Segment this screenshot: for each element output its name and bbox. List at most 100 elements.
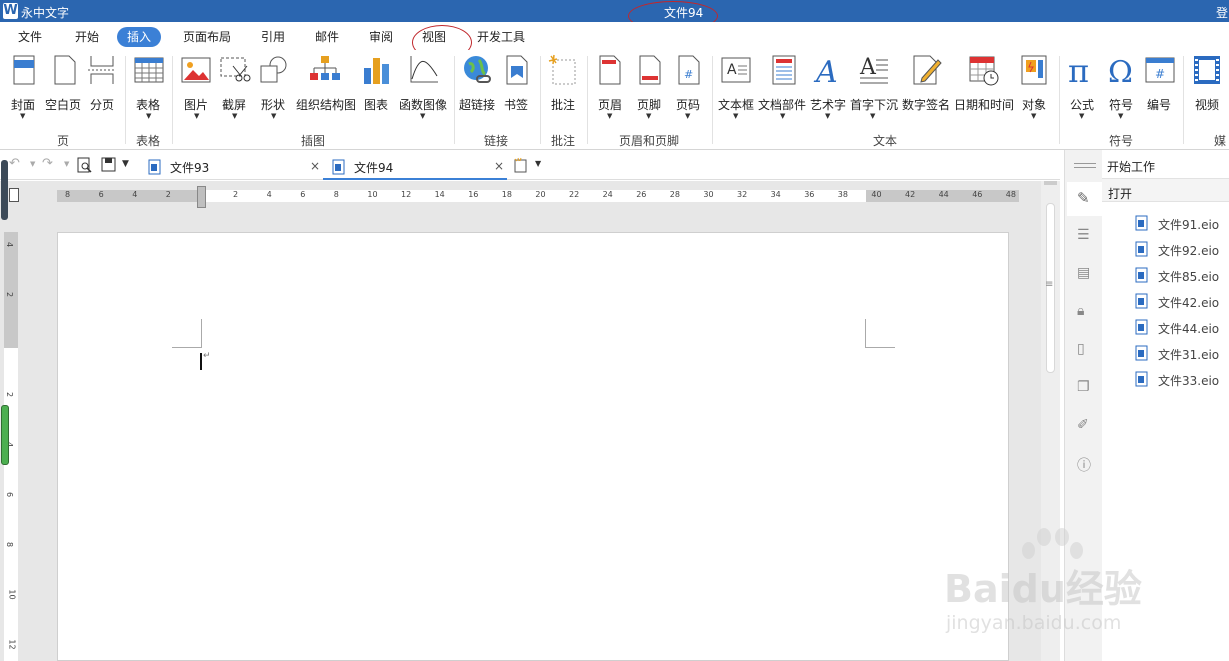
styles-icon[interactable]: ▤ [1077,265,1090,281]
redo-dropdown-icon[interactable]: ▼ [64,160,69,168]
ruler-tick-label: 28 [669,190,680,199]
ruler-tick-label: 4 [132,190,138,199]
document-icon [148,159,161,175]
new-document-icon[interactable] [513,157,529,173]
ruler-corner-icon[interactable] [9,188,19,202]
tab-document-94[interactable]: 文件94 × [323,153,507,180]
edit-icon[interactable]: ✐ [1077,417,1089,433]
menu-file[interactable]: 文件 [16,27,44,47]
settings-sliders-icon[interactable]: ☰ [1077,227,1090,243]
ruler-tick-label: 36 [804,190,815,199]
ruler-tick-label: 32 [737,190,748,199]
document-page[interactable]: ↵ [57,232,1009,661]
video-film-icon [1194,56,1220,84]
indent-marker-icon[interactable] [197,186,206,208]
menu-insert[interactable]: 插入 [117,27,162,47]
numbering-label: 编号 [1147,98,1172,112]
ruler-tick-label: 8 [333,190,339,199]
calendar-clock-icon [969,56,999,86]
blank-page-label: 空白页 [45,98,82,112]
ruler-tick-label: 16 [468,190,479,199]
ruler-tick-label: 20 [535,190,546,199]
recent-file-name: 文件42.eio [1158,296,1220,310]
undo-icon[interactable]: ↶ [9,156,20,171]
collapse-handle-icon[interactable] [1074,163,1096,164]
left-green-handle[interactable] [1,405,9,465]
ruler-tick-label: 38 [837,190,848,199]
digital-signature-label: 数字签名 [902,98,951,112]
recent-file-name: 文件92.eio [1158,244,1220,258]
recent-file-item[interactable]: 文件31.eio [1102,343,1229,365]
new-document-dropdown-icon[interactable]: ▼ [535,159,541,168]
group-link-label: 链接 [484,134,509,148]
bookmark-label: 书签 [504,98,529,112]
ruler-tick-label: 14 [434,190,445,199]
word-art-icon: A [813,55,838,86]
menu-mailings[interactable]: 邮件 [313,27,341,47]
doc-parts-label: 文档部件 [758,98,807,112]
screenshot-icon [220,57,251,82]
recent-file-item[interactable]: 文件92.eio [1102,239,1229,261]
menu-review[interactable]: 审阅 [367,27,395,47]
picture-label: 图片 [184,98,209,112]
recent-file-item[interactable]: 文件85.eio [1102,265,1229,287]
screenshot-label: 截屏 [222,98,247,112]
doc-parts-icon [772,55,796,85]
menu-references[interactable]: 引用 [259,27,287,47]
redo-icon[interactable]: ↷ [42,156,53,171]
recent-file-item[interactable]: 文件91.eio [1102,213,1229,235]
copy-icon[interactable]: ❐ [1077,379,1090,395]
ruler-tick-label: 2 [5,291,15,298]
pen-icon[interactable]: ✎ [1077,189,1090,207]
ruler-tick-label: 34 [770,190,781,199]
svg-text:π: π [1068,54,1089,86]
lock-icon[interactable]: 🔒︎ [1077,303,1084,319]
recent-file-name: 文件31.eio [1158,348,1220,362]
ruler-tick-label: 2 [165,190,171,199]
menu-home[interactable]: 开始 [73,27,101,47]
svg-text:A: A [813,55,838,86]
group-illustration-label: 插图 [301,134,326,148]
help-icon[interactable]: ⓘ [1077,455,1091,475]
ruler-tick-label: 6 [300,190,306,199]
recent-file-item[interactable]: 文件42.eio [1102,291,1229,313]
svg-text:A: A [727,62,737,78]
left-edge-handle[interactable] [1,160,8,220]
close-icon[interactable]: × [310,159,320,173]
blank-page-icon [54,55,76,85]
clipboard-icon[interactable]: ▯ [1077,341,1085,357]
tab-document-93[interactable]: 文件93 × [140,153,323,180]
ruler-tick-label: 42 [905,190,916,199]
page-number-icon: # [678,55,700,85]
ruler-tick-label: 6 [98,190,104,199]
svg-text:A: A [859,55,877,80]
watermark: Baidu经验 jingyan.baidu.com [944,520,1214,645]
menu-page-layout[interactable]: 页面布局 [181,27,233,47]
cover-page-icon [13,55,35,85]
undo-dropdown-icon[interactable]: ▼ [30,160,35,168]
text-box-label: 文本框 [718,98,755,112]
collapse-handle-icon-2 [1074,167,1096,168]
omega-icon: Ω [1108,55,1133,86]
formula-label: 公式 [1070,98,1095,112]
print-preview-icon[interactable] [77,157,92,173]
ruler-tick-label: 8 [5,541,15,548]
recent-file-item[interactable]: 文件33.eio [1102,369,1229,391]
recent-file-item[interactable]: 文件44.eio [1102,317,1229,339]
close-icon[interactable]: × [494,159,504,173]
numbering-icon: # [1145,57,1175,83]
login-button[interactable]: 登 [1216,4,1228,21]
ruler-tick-label: 24 [602,190,613,199]
app-name: 永中文字 [21,6,70,20]
shape-icon [260,56,287,83]
customize-toolbar-icon[interactable]: ▼ [122,159,129,169]
menu-developer[interactable]: 开发工具 [475,27,527,47]
page-break-label: 分页 [90,98,115,112]
bookmark-icon [506,55,528,85]
page-break-icon [88,56,116,84]
title-bar: W 永中文字 文件94 登 [0,0,1229,22]
save-icon[interactable] [101,157,116,172]
ruler-tick-label: 40 [871,190,882,199]
ruler-tick-label: 2 [5,391,15,398]
comment-label: 批注 [551,98,576,112]
